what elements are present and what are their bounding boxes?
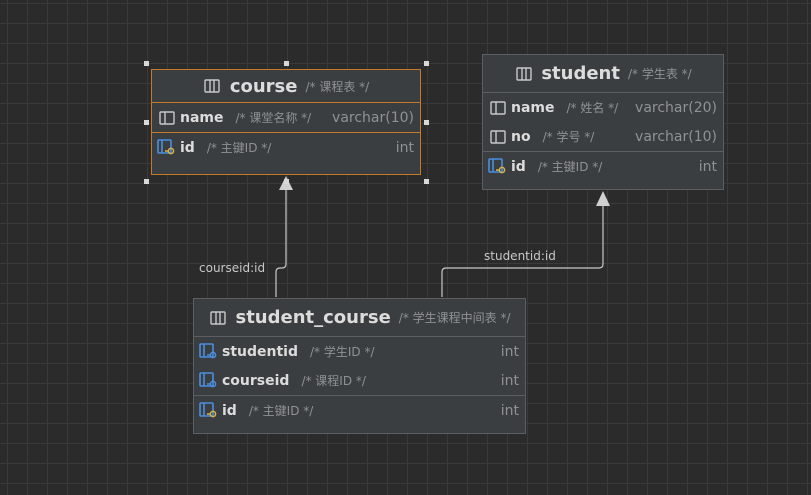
relation-label-courseid: courseid:id	[199, 261, 266, 275]
resize-handle-e[interactable]	[424, 120, 429, 125]
column-row[interactable]: no /* 学号 */ varchar(10)	[483, 122, 723, 151]
key-row[interactable]: id /* 主键ID */ int	[194, 396, 525, 425]
table-header: student_course /* 学生课程中间表 */	[194, 299, 525, 337]
column-row[interactable]: courseid /* 课程ID */ int	[194, 366, 525, 395]
arrowhead-student	[596, 191, 610, 206]
key-type: int	[698, 158, 717, 175]
table-student-course[interactable]: student_course /* 学生课程中间表 */ studentid /…	[193, 298, 526, 434]
column-name: name	[511, 99, 555, 116]
column-comment: /* 姓名 */	[566, 101, 619, 115]
table-name: student_course	[235, 307, 391, 328]
primary-key-icon	[157, 138, 176, 157]
column-row[interactable]: name /* 课堂名称 */ varchar(10)	[152, 103, 420, 132]
relation-line-courseid	[275, 188, 287, 297]
column-comment: /* 学号 */	[542, 130, 595, 144]
column-icon	[157, 108, 176, 127]
column-type: varchar(10)	[635, 128, 717, 145]
column-comment: /* 课堂名称 */	[235, 111, 312, 125]
key-comment: /* 主键ID */	[206, 141, 272, 155]
column-type: varchar(20)	[635, 99, 717, 116]
column-type: varchar(10)	[332, 109, 414, 126]
resize-handle-nw[interactable]	[144, 61, 149, 66]
resize-handle-sw[interactable]	[144, 179, 149, 184]
column-comment: /* 学生ID */	[310, 345, 375, 359]
key-row[interactable]: id /* 主键ID */ int	[483, 152, 723, 181]
primary-key-icon	[488, 157, 507, 176]
table-icon	[208, 308, 227, 327]
table-course[interactable]: course /* 课程表 */ name /* 课堂名称 */ varchar…	[151, 69, 421, 175]
table-student[interactable]: student /* 学生表 */ name /* 姓名 */ varchar(…	[482, 54, 724, 190]
column-name: no	[511, 128, 531, 145]
table-name: student	[541, 63, 620, 84]
resize-handle-w[interactable]	[144, 120, 149, 125]
foreign-key-icon	[199, 342, 218, 361]
key-type: int	[395, 139, 414, 156]
column-type: int	[500, 372, 519, 389]
key-comment: /* 主键ID */	[537, 160, 603, 174]
resize-handle-se[interactable]	[424, 179, 429, 184]
key-name: id	[180, 139, 195, 156]
column-row[interactable]: name /* 姓名 */ varchar(20)	[483, 93, 723, 122]
key-name: id	[222, 402, 237, 419]
column-row[interactable]: studentid /* 学生ID */ int	[194, 337, 525, 366]
key-name: id	[511, 158, 526, 175]
relation-label-studentid: studentid:id	[484, 249, 556, 263]
table-icon	[514, 64, 533, 83]
table-comment: /* 学生课程中间表 */	[398, 311, 511, 325]
table-header: course /* 课程表 */	[152, 70, 420, 103]
resize-handle-ne[interactable]	[424, 61, 429, 66]
column-icon	[488, 98, 507, 117]
table-header: student /* 学生表 */	[483, 55, 723, 93]
column-name: courseid	[222, 372, 290, 389]
table-icon	[203, 77, 222, 96]
foreign-key-icon	[199, 371, 218, 390]
key-comment: /* 主键ID */	[248, 404, 314, 418]
column-icon	[488, 127, 507, 146]
column-name: studentid	[222, 343, 298, 360]
resize-handle-s[interactable]	[284, 179, 289, 184]
resize-handle-n[interactable]	[284, 61, 289, 66]
column-type: int	[500, 343, 519, 360]
column-comment: /* 课程ID */	[301, 374, 366, 388]
column-name: name	[180, 109, 224, 126]
key-type: int	[500, 402, 519, 419]
key-row[interactable]: id /* 主键ID */ int	[152, 133, 420, 162]
table-comment: /* 课程表 */	[305, 79, 370, 94]
table-comment: /* 学生表 */	[627, 67, 692, 81]
primary-key-icon	[199, 401, 218, 420]
table-name: course	[229, 75, 298, 97]
